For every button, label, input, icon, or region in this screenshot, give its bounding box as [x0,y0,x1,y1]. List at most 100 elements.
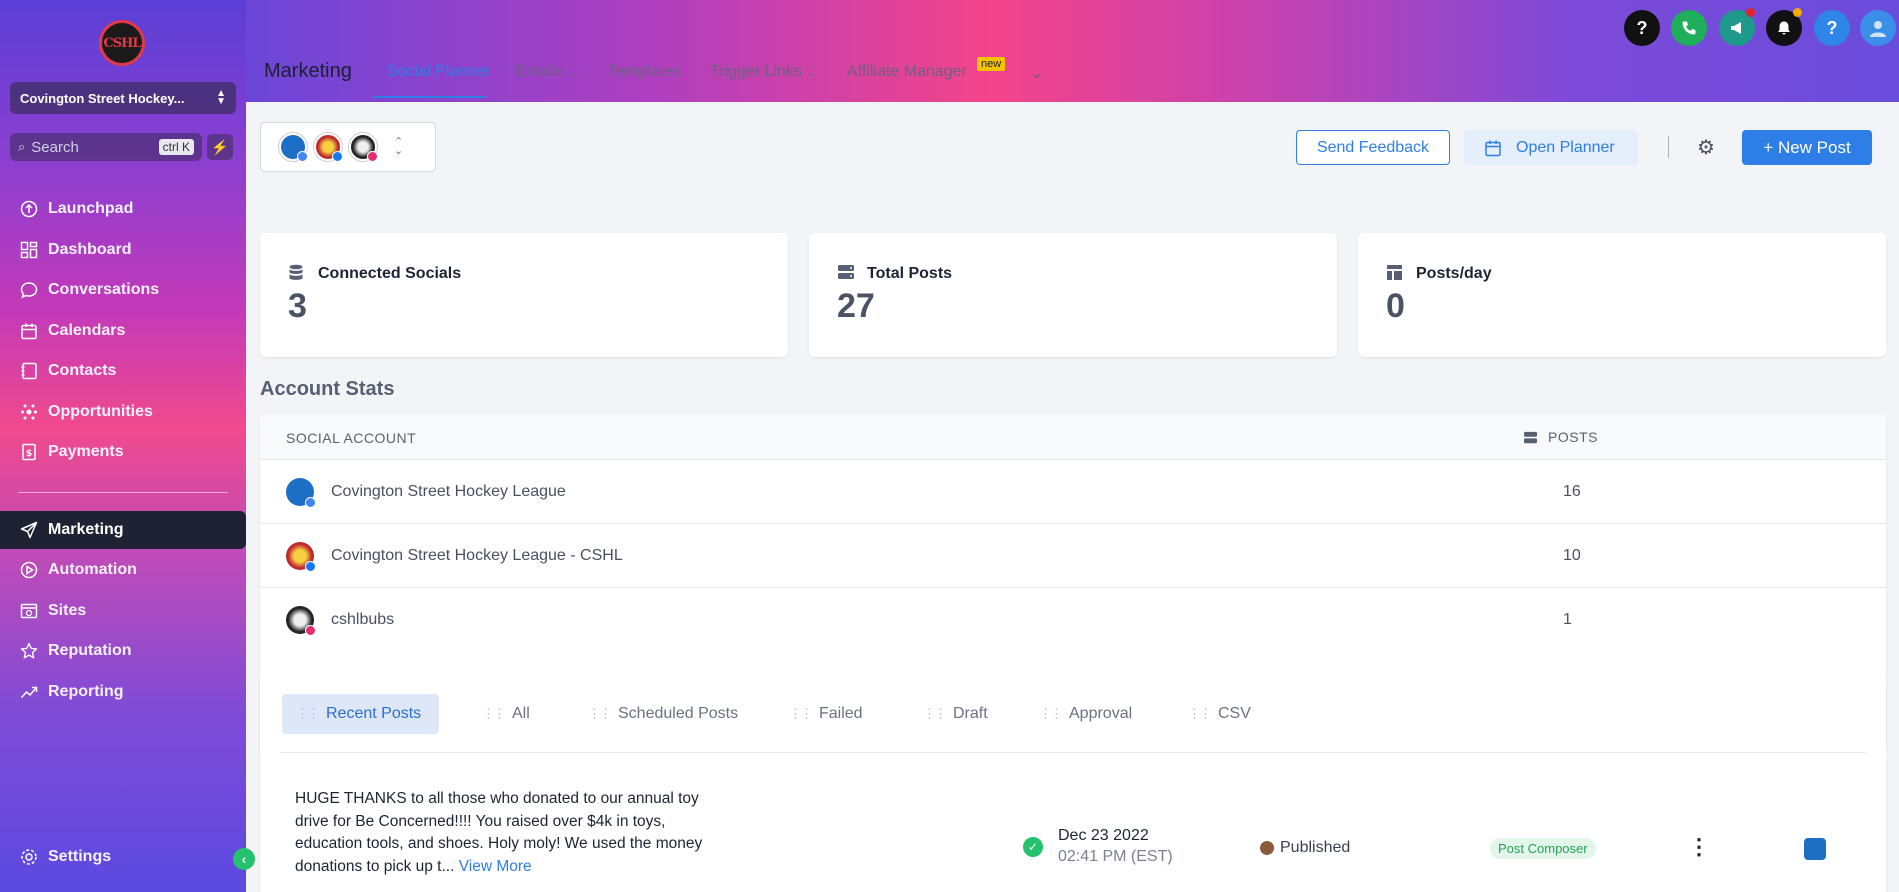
svg-text:$: $ [26,449,32,459]
sites-icon [18,600,40,622]
active-tab-indicator [374,96,486,98]
calendar-icon [18,320,40,342]
sidebar-item-contacts[interactable]: Contacts [0,352,246,390]
stat-card-posts-per-day: Posts/day 0 [1358,233,1886,357]
account-name: Covington Street Hockey... [20,90,185,106]
layout-icon [1386,264,1404,282]
question-icon[interactable]: ? [1814,10,1850,46]
tab-affiliate-manager[interactable]: Affiliate Manager [847,63,967,81]
stat-card-total-posts: Total Posts 27 [809,233,1337,357]
opportunities-icon [18,401,40,423]
account-switcher[interactable]: Covington Street Hockey... ▲ ▼ [10,82,236,114]
open-planner-button[interactable]: Open Planner [1464,130,1638,165]
more-tabs-chevron-icon[interactable]: ⌄ [1030,63,1043,83]
stat-value: 0 [1386,287,1405,325]
social-account-picker[interactable]: ⌃ ⌄ [260,122,436,172]
tab-all[interactable]: ⋮⋮ All [482,694,530,734]
sidebar-item-sites[interactable]: Sites [0,592,246,630]
drag-handle-icon: ⋮⋮ [1039,706,1063,721]
sidebar-item-automation[interactable]: Automation [0,551,246,589]
top-header: Marketing Social Planner Emails ⌄ Templa… [246,0,1899,102]
chevron-updown-icon: ▲ ▼ [216,88,226,107]
account-name: cshlbubs [331,611,395,628]
stat-value: 3 [288,287,307,325]
server-icon [1523,431,1538,444]
sidebar-item-reputation[interactable]: Reputation [0,632,246,670]
settings-gear-icon[interactable]: ⚙ [1695,136,1717,159]
sidebar-divider [18,492,228,493]
phone-icon[interactable] [1671,10,1707,46]
column-header-social-account: SOCIAL ACCOUNT [286,430,417,446]
account-stats-title: Account Stats [260,378,395,400]
chevron-down-icon: ⌄ [567,67,577,79]
star-icon [18,640,40,662]
instagram-avatar-icon [286,606,316,636]
tab-emails[interactable]: Emails ⌄ [515,63,577,81]
collapse-sidebar-button[interactable]: ‹ [233,848,255,870]
account-avatar-gbp [279,133,308,162]
user-avatar-icon [1260,841,1274,855]
account-avatar-facebook [314,133,343,162]
facebook-avatar-icon [286,542,316,572]
tab-failed[interactable]: ⋮⋮ Failed [789,694,863,734]
main-content: ⌃ ⌄ Send Feedback Open Planner ⚙ + New Po… [246,102,1899,892]
page-title: Marketing [264,60,352,82]
send-feedback-button[interactable]: Send Feedback [1296,130,1450,165]
tab-scheduled-posts[interactable]: ⋮⋮ Scheduled Posts [588,694,738,734]
more-options-icon[interactable]: ⋮ [1688,834,1710,860]
tab-recent-posts[interactable]: ⋮⋮ Recent Posts [282,694,440,734]
launchpad-icon [18,198,40,220]
calendar-icon [1484,139,1502,157]
sidebar-item-marketing[interactable]: Marketing [0,511,246,549]
automation-icon [18,559,40,581]
reporting-icon [18,681,40,703]
account-avatar-instagram [349,133,378,162]
tabs-divider [280,752,1866,753]
quick-action-bolt-icon[interactable]: ⚡ [207,134,233,160]
sidebar-item-opportunities[interactable]: Opportunities [0,393,246,431]
avatar[interactable] [1860,10,1896,46]
sidebar-item-settings[interactable]: Settings [0,838,246,876]
post-count: 16 [1563,483,1581,500]
column-header-posts: POSTS [1523,429,1598,445]
drag-handle-icon: ⋮⋮ [1188,706,1212,721]
sidebar-item-dashboard[interactable]: Dashboard [0,231,246,269]
drag-handle-icon: ⋮⋮ [588,706,612,721]
gear-icon [18,846,40,868]
post-count: 10 [1563,547,1581,564]
new-post-button[interactable]: + New Post [1742,130,1872,165]
contacts-icon [18,360,40,382]
table-row[interactable]: cshlbubs 1 [260,588,1886,652]
tab-trigger-links[interactable]: Trigger Links ⌄ [710,63,816,81]
google-business-channel-icon [1804,838,1826,860]
search-input[interactable]: ⌕ Search ctrl K [10,133,202,161]
tab-csv[interactable]: ⋮⋮ CSV [1188,694,1251,734]
tab-approval[interactable]: ⋮⋮ Approval [1039,694,1132,734]
stat-label: Posts/day [1416,265,1492,282]
account-name: Covington Street Hockey League - CSHL [331,547,623,564]
database-icon [288,264,306,282]
sidebar-item-conversations[interactable]: Conversations [0,271,246,309]
tab-templates[interactable]: Templates [608,63,681,81]
check-circle-icon: ✓ [1023,837,1043,857]
chevron-down-icon: ⌄ [806,67,816,79]
company-logo[interactable]: CSHL [99,20,145,66]
sidebar-item-payments[interactable]: $ Payments [0,433,246,471]
table-row[interactable]: Covington Street Hockey League 16 [260,460,1886,524]
tab-social-planner[interactable]: Social Planner [387,63,490,81]
view-more-link[interactable]: View More [459,858,532,875]
facebook-badge-icon [332,151,343,162]
sidebar-item-reporting[interactable]: Reporting [0,673,246,711]
bell-badge-dot [1793,8,1802,17]
notification-dot [1746,8,1755,17]
drag-handle-icon: ⋮⋮ [482,706,506,721]
instagram-badge-icon [367,151,378,162]
sidebar-item-calendars[interactable]: Calendars [0,312,246,350]
sidebar: CSHL Covington Street Hockey... ▲ ▼ ⌕ Sea… [0,0,246,892]
tab-draft[interactable]: ⋮⋮ Draft [923,694,988,734]
help-icon[interactable]: ? [1624,10,1660,46]
sidebar-item-launchpad[interactable]: Launchpad [0,190,246,228]
table-row[interactable]: Covington Street Hockey League - CSHL 10 [260,524,1886,588]
posts-panel: ⋮⋮ Recent Posts ⋮⋮ All ⋮⋮ Scheduled Posts ⋮… [260,674,1886,892]
stat-card-connected-socials: Connected Socials 3 [260,233,788,357]
